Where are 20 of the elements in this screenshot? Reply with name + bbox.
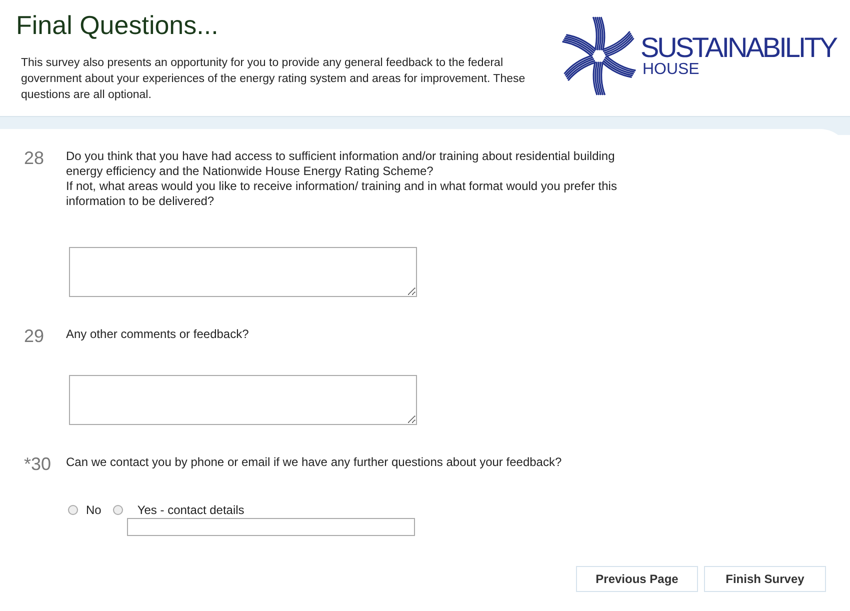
intro-text: This survey also presents an opportunity for you to provide any general feedback to the federal government about your experiences of the energy rating system and areas for improvement. These questions are all optional.: [21, 56, 526, 103]
question-text: Can we contact you by phone or email if we have any further questions about your feedback?: [66, 455, 563, 470]
question-text: Do you think that you have had access to sufficient information and/or training about residential building energy efficiency and the Nationwide House Energy Rating Scheme?: [66, 149, 616, 179]
question-text: Any other comments or feedback?: [66, 327, 250, 342]
question-text: If not, what areas would you like to receive information/ training and in what format would you prefer this information to be delivered?: [66, 179, 618, 209]
logo-name: SUSTAINABILITY: [640, 34, 836, 62]
radio-button[interactable]: [68, 505, 78, 515]
answer-box[interactable]: [69, 247, 417, 297]
logo-subtitle: HOUSE: [642, 62, 700, 78]
radio-button[interactable]: [113, 505, 124, 515]
option-label[interactable]: Yes - contact details: [131, 503, 250, 517]
nav-button[interactable]: Finish Survey: [704, 566, 826, 592]
option-label[interactable]: No: [86, 503, 108, 517]
contact-details-field[interactable]: [127, 518, 416, 536]
page-title: Final Questions...: [16, 10, 220, 41]
question-number: 28: [24, 149, 46, 170]
answer-box[interactable]: [69, 375, 417, 425]
question-number: 29: [24, 327, 46, 345]
question-number: *30: [24, 455, 52, 473]
nav-button[interactable]: Previous Page: [576, 566, 698, 592]
